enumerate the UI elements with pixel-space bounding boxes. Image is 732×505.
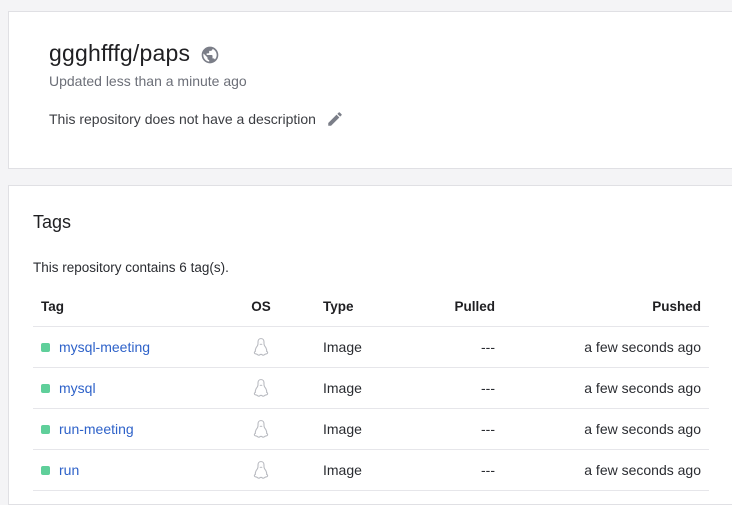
tag-status-dot: [41, 383, 50, 393]
tag-pushed: a few seconds ago: [584, 462, 701, 478]
globe-icon: [200, 44, 220, 64]
tag-link[interactable]: mysql-meeting: [59, 339, 150, 355]
tag-pulled: ---: [481, 380, 495, 396]
table-header-row: Tag OS Type Pulled Pushed: [33, 286, 709, 327]
repository-name: ggghfffg/paps: [49, 40, 191, 66]
tag-status-dot: [41, 342, 50, 352]
tag-pushed: a few seconds ago: [584, 421, 701, 437]
table-row: run Image --- a few seconds ago: [33, 450, 709, 491]
tags-table: Tag OS Type Pulled Pushed mysql-meeting …: [33, 286, 709, 491]
tag-type: Image: [323, 462, 362, 478]
column-header-pulled[interactable]: Pulled: [381, 299, 495, 314]
column-header-type[interactable]: Type: [281, 299, 381, 314]
tag-type: Image: [323, 339, 362, 355]
tag-link[interactable]: mysql: [59, 380, 96, 396]
table-row: run-meeting Image --- a few seconds ago: [33, 409, 709, 450]
tag-type: Image: [323, 421, 362, 437]
description-text: This repository does not have a descript…: [49, 111, 316, 127]
tags-card: Tags This repository contains 6 tag(s). …: [8, 185, 732, 505]
linux-icon: [253, 337, 269, 357]
tag-status-dot: [41, 465, 50, 475]
table-row: mysql-meeting Image --- a few seconds ag…: [33, 327, 709, 368]
column-header-pushed[interactable]: Pushed: [495, 299, 709, 314]
tag-pushed: a few seconds ago: [584, 339, 701, 355]
description-row: This repository does not have a descript…: [49, 110, 344, 128]
repository-title: ggghfffg/paps: [49, 40, 220, 67]
column-header-tag[interactable]: Tag: [33, 299, 241, 314]
column-header-os[interactable]: OS: [241, 299, 281, 314]
table-row: mysql Image --- a few seconds ago: [33, 368, 709, 409]
tag-pulled: ---: [481, 462, 495, 478]
tags-heading: Tags: [33, 212, 72, 232]
tags-count-text: This repository contains 6 tag(s).: [33, 260, 229, 275]
tag-pulled: ---: [481, 421, 495, 437]
tag-status-dot: [41, 424, 50, 434]
tag-type: Image: [323, 380, 362, 396]
linux-icon: [253, 378, 269, 398]
last-updated-text: Updated less than a minute ago: [49, 73, 247, 89]
tag-pulled: ---: [481, 339, 495, 355]
tag-link[interactable]: run-meeting: [59, 421, 134, 437]
tag-pushed: a few seconds ago: [584, 380, 701, 396]
linux-icon: [253, 419, 269, 439]
pencil-icon[interactable]: [326, 110, 344, 128]
repository-info-card: ggghfffg/paps Updated less than a minute…: [8, 11, 732, 169]
linux-icon: [253, 460, 269, 480]
tag-link[interactable]: run: [59, 462, 79, 478]
